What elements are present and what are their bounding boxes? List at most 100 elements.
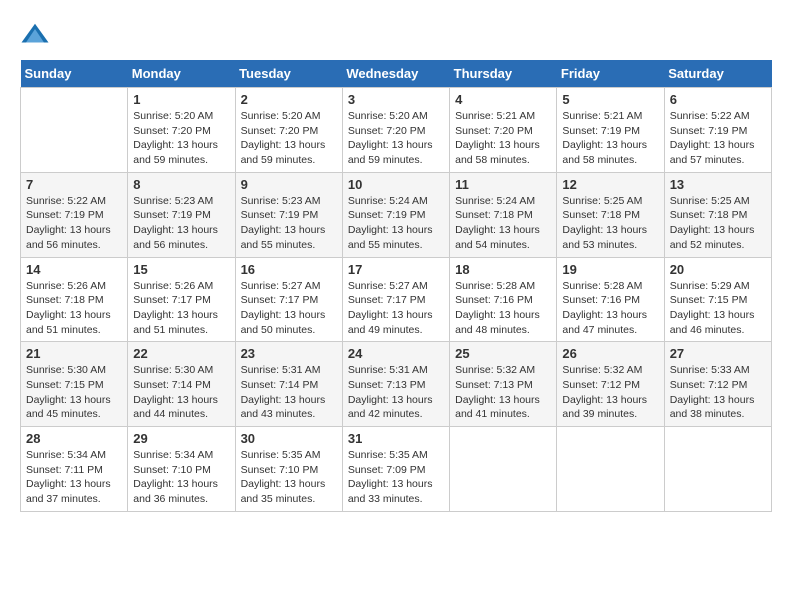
day-info: Sunrise: 5:30 AM Sunset: 7:15 PM Dayligh… bbox=[26, 363, 122, 422]
day-number: 29 bbox=[133, 431, 229, 446]
header-day: Saturday bbox=[664, 60, 771, 88]
day-info: Sunrise: 5:26 AM Sunset: 7:18 PM Dayligh… bbox=[26, 279, 122, 338]
day-info: Sunrise: 5:22 AM Sunset: 7:19 PM Dayligh… bbox=[670, 109, 766, 168]
day-info: Sunrise: 5:28 AM Sunset: 7:16 PM Dayligh… bbox=[562, 279, 658, 338]
day-number: 7 bbox=[26, 177, 122, 192]
calendar-cell: 6 Sunrise: 5:22 AM Sunset: 7:19 PM Daylig… bbox=[664, 88, 771, 173]
header-day: Wednesday bbox=[342, 60, 449, 88]
week-row: 14 Sunrise: 5:26 AM Sunset: 7:18 PM Dayli… bbox=[21, 257, 772, 342]
week-row: 21 Sunrise: 5:30 AM Sunset: 7:15 PM Dayli… bbox=[21, 342, 772, 427]
day-info: Sunrise: 5:20 AM Sunset: 7:20 PM Dayligh… bbox=[241, 109, 337, 168]
day-info: Sunrise: 5:20 AM Sunset: 7:20 PM Dayligh… bbox=[133, 109, 229, 168]
calendar-cell: 4 Sunrise: 5:21 AM Sunset: 7:20 PM Daylig… bbox=[450, 88, 557, 173]
day-number: 11 bbox=[455, 177, 551, 192]
day-number: 20 bbox=[670, 262, 766, 277]
day-info: Sunrise: 5:28 AM Sunset: 7:16 PM Dayligh… bbox=[455, 279, 551, 338]
calendar-cell: 20 Sunrise: 5:29 AM Sunset: 7:15 PM Dayli… bbox=[664, 257, 771, 342]
logo-icon bbox=[20, 20, 50, 50]
day-number: 1 bbox=[133, 92, 229, 107]
day-number: 2 bbox=[241, 92, 337, 107]
day-info: Sunrise: 5:25 AM Sunset: 7:18 PM Dayligh… bbox=[670, 194, 766, 253]
calendar-cell bbox=[450, 427, 557, 512]
calendar-cell: 2 Sunrise: 5:20 AM Sunset: 7:20 PM Daylig… bbox=[235, 88, 342, 173]
calendar-cell: 23 Sunrise: 5:31 AM Sunset: 7:14 PM Dayli… bbox=[235, 342, 342, 427]
calendar-cell: 1 Sunrise: 5:20 AM Sunset: 7:20 PM Daylig… bbox=[128, 88, 235, 173]
day-number: 13 bbox=[670, 177, 766, 192]
calendar-cell bbox=[664, 427, 771, 512]
day-info: Sunrise: 5:29 AM Sunset: 7:15 PM Dayligh… bbox=[670, 279, 766, 338]
day-number: 23 bbox=[241, 346, 337, 361]
day-info: Sunrise: 5:33 AM Sunset: 7:12 PM Dayligh… bbox=[670, 363, 766, 422]
week-row: 1 Sunrise: 5:20 AM Sunset: 7:20 PM Daylig… bbox=[21, 88, 772, 173]
calendar-cell: 29 Sunrise: 5:34 AM Sunset: 7:10 PM Dayli… bbox=[128, 427, 235, 512]
calendar-cell: 22Sunrise: 5:30 AM Sunset: 7:14 PM Dayli… bbox=[128, 342, 235, 427]
week-row: 28 Sunrise: 5:34 AM Sunset: 7:11 PM Dayli… bbox=[21, 427, 772, 512]
header bbox=[20, 20, 772, 50]
day-info: Sunrise: 5:35 AM Sunset: 7:09 PM Dayligh… bbox=[348, 448, 444, 507]
calendar-cell: 3 Sunrise: 5:20 AM Sunset: 7:20 PM Daylig… bbox=[342, 88, 449, 173]
day-info: Sunrise: 5:35 AM Sunset: 7:10 PM Dayligh… bbox=[241, 448, 337, 507]
day-number: 9 bbox=[241, 177, 337, 192]
week-row: 7 Sunrise: 5:22 AM Sunset: 7:19 PM Daylig… bbox=[21, 172, 772, 257]
header-day: Monday bbox=[128, 60, 235, 88]
header-day: Friday bbox=[557, 60, 664, 88]
calendar-cell bbox=[557, 427, 664, 512]
header-day: Thursday bbox=[450, 60, 557, 88]
day-info: Sunrise: 5:32 AM Sunset: 7:13 PM Dayligh… bbox=[455, 363, 551, 422]
day-number: 12 bbox=[562, 177, 658, 192]
header-day: Tuesday bbox=[235, 60, 342, 88]
calendar-cell: 14 Sunrise: 5:26 AM Sunset: 7:18 PM Dayli… bbox=[21, 257, 128, 342]
day-info: Sunrise: 5:21 AM Sunset: 7:19 PM Dayligh… bbox=[562, 109, 658, 168]
day-number: 5 bbox=[562, 92, 658, 107]
calendar-cell: 18 Sunrise: 5:28 AM Sunset: 7:16 PM Dayli… bbox=[450, 257, 557, 342]
calendar-cell: 13 Sunrise: 5:25 AM Sunset: 7:18 PM Dayli… bbox=[664, 172, 771, 257]
day-info: Sunrise: 5:32 AM Sunset: 7:12 PM Dayligh… bbox=[562, 363, 658, 422]
calendar-cell: 24Sunrise: 5:31 AM Sunset: 7:13 PM Dayli… bbox=[342, 342, 449, 427]
calendar-cell: 25 Sunrise: 5:32 AM Sunset: 7:13 PM Dayli… bbox=[450, 342, 557, 427]
day-info: Sunrise: 5:34 AM Sunset: 7:11 PM Dayligh… bbox=[26, 448, 122, 507]
day-info: Sunrise: 5:27 AM Sunset: 7:17 PM Dayligh… bbox=[241, 279, 337, 338]
calendar-cell: 11Sunrise: 5:24 AM Sunset: 7:18 PM Dayli… bbox=[450, 172, 557, 257]
day-info: Sunrise: 5:34 AM Sunset: 7:10 PM Dayligh… bbox=[133, 448, 229, 507]
header-row: SundayMondayTuesdayWednesdayThursdayFrid… bbox=[21, 60, 772, 88]
day-info: Sunrise: 5:22 AM Sunset: 7:19 PM Dayligh… bbox=[26, 194, 122, 253]
calendar-cell: 26 Sunrise: 5:32 AM Sunset: 7:12 PM Dayli… bbox=[557, 342, 664, 427]
day-number: 4 bbox=[455, 92, 551, 107]
calendar-cell: 27Sunrise: 5:33 AM Sunset: 7:12 PM Dayli… bbox=[664, 342, 771, 427]
calendar-cell: 17 Sunrise: 5:27 AM Sunset: 7:17 PM Dayli… bbox=[342, 257, 449, 342]
calendar-cell: 15Sunrise: 5:26 AM Sunset: 7:17 PM Dayli… bbox=[128, 257, 235, 342]
header-day: Sunday bbox=[21, 60, 128, 88]
day-info: Sunrise: 5:30 AM Sunset: 7:14 PM Dayligh… bbox=[133, 363, 229, 422]
day-number: 28 bbox=[26, 431, 122, 446]
day-number: 14 bbox=[26, 262, 122, 277]
day-info: Sunrise: 5:24 AM Sunset: 7:19 PM Dayligh… bbox=[348, 194, 444, 253]
day-number: 24 bbox=[348, 346, 444, 361]
day-info: Sunrise: 5:25 AM Sunset: 7:18 PM Dayligh… bbox=[562, 194, 658, 253]
day-number: 25 bbox=[455, 346, 551, 361]
logo bbox=[20, 20, 54, 50]
day-number: 18 bbox=[455, 262, 551, 277]
day-info: Sunrise: 5:20 AM Sunset: 7:20 PM Dayligh… bbox=[348, 109, 444, 168]
calendar-cell: 30Sunrise: 5:35 AM Sunset: 7:10 PM Dayli… bbox=[235, 427, 342, 512]
calendar-cell: 28 Sunrise: 5:34 AM Sunset: 7:11 PM Dayli… bbox=[21, 427, 128, 512]
calendar-cell: 21 Sunrise: 5:30 AM Sunset: 7:15 PM Dayli… bbox=[21, 342, 128, 427]
calendar-cell: 9Sunrise: 5:23 AM Sunset: 7:19 PM Daylig… bbox=[235, 172, 342, 257]
calendar-table: SundayMondayTuesdayWednesdayThursdayFrid… bbox=[20, 60, 772, 512]
day-number: 17 bbox=[348, 262, 444, 277]
day-info: Sunrise: 5:31 AM Sunset: 7:14 PM Dayligh… bbox=[241, 363, 337, 422]
day-number: 21 bbox=[26, 346, 122, 361]
calendar-cell: 31Sunrise: 5:35 AM Sunset: 7:09 PM Dayli… bbox=[342, 427, 449, 512]
calendar-cell: 7 Sunrise: 5:22 AM Sunset: 7:19 PM Daylig… bbox=[21, 172, 128, 257]
day-info: Sunrise: 5:21 AM Sunset: 7:20 PM Dayligh… bbox=[455, 109, 551, 168]
day-number: 10 bbox=[348, 177, 444, 192]
day-number: 26 bbox=[562, 346, 658, 361]
calendar-cell: 19Sunrise: 5:28 AM Sunset: 7:16 PM Dayli… bbox=[557, 257, 664, 342]
calendar-cell: 10 Sunrise: 5:24 AM Sunset: 7:19 PM Dayli… bbox=[342, 172, 449, 257]
day-info: Sunrise: 5:23 AM Sunset: 7:19 PM Dayligh… bbox=[133, 194, 229, 253]
day-number: 6 bbox=[670, 92, 766, 107]
day-info: Sunrise: 5:27 AM Sunset: 7:17 PM Dayligh… bbox=[348, 279, 444, 338]
day-number: 3 bbox=[348, 92, 444, 107]
day-info: Sunrise: 5:26 AM Sunset: 7:17 PM Dayligh… bbox=[133, 279, 229, 338]
calendar-cell: 8Sunrise: 5:23 AM Sunset: 7:19 PM Daylig… bbox=[128, 172, 235, 257]
calendar-cell: 12 Sunrise: 5:25 AM Sunset: 7:18 PM Dayli… bbox=[557, 172, 664, 257]
